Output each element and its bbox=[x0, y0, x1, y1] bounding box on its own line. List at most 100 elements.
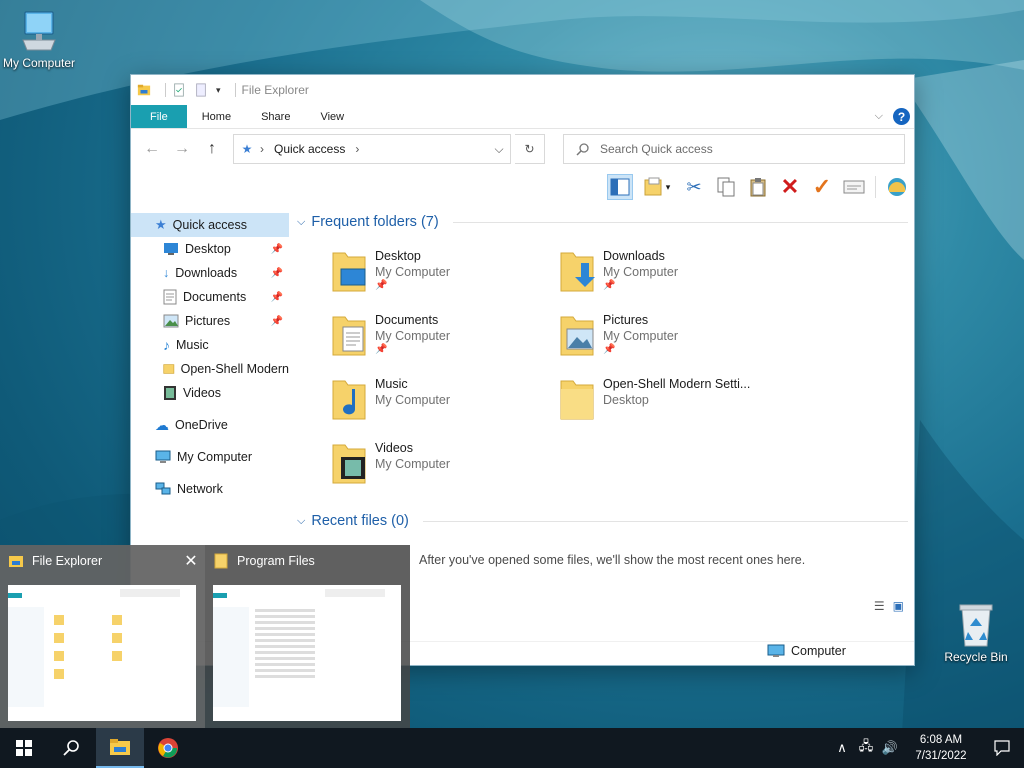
thumbnail-title: Program Files bbox=[237, 554, 315, 568]
downloads-icon: ↓ bbox=[163, 266, 170, 280]
start-button[interactable] bbox=[0, 728, 48, 768]
properties-button[interactable] bbox=[841, 174, 867, 200]
downloads-folder-icon bbox=[560, 252, 595, 292]
cut-button[interactable]: ✂ bbox=[681, 174, 707, 200]
thumbnail-file-explorer[interactable]: File Explorer ✕ bbox=[0, 545, 205, 728]
collapse-chevron-icon: ⌵ bbox=[297, 215, 306, 228]
openshell-icon bbox=[888, 178, 906, 196]
folder-tile-open-shell[interactable]: Open-Shell Modern Setti... Desktop bbox=[559, 371, 787, 429]
nav-item-label: Music bbox=[176, 338, 209, 352]
nav-item-my-computer[interactable]: My Computer bbox=[131, 445, 289, 469]
paste-button[interactable] bbox=[745, 174, 771, 200]
new-folder-qat-icon[interactable] bbox=[194, 83, 208, 97]
nav-item-music[interactable]: ♪ Music bbox=[131, 333, 289, 357]
desktop-icon-my-computer[interactable]: My Computer bbox=[0, 10, 81, 70]
pin-icon: 📌 bbox=[270, 267, 283, 279]
close-icon[interactable]: ✕ bbox=[177, 551, 205, 571]
up-button[interactable]: ↑ bbox=[199, 136, 225, 162]
tab-home[interactable]: Home bbox=[187, 105, 246, 128]
paste-icon bbox=[750, 178, 766, 197]
folder-location: My Computer bbox=[603, 265, 679, 279]
tab-file[interactable]: File bbox=[131, 105, 187, 128]
recycle-bin-icon bbox=[959, 604, 993, 647]
nav-item-desktop[interactable]: Desktop 📌 bbox=[131, 237, 289, 261]
search-button[interactable] bbox=[48, 728, 96, 768]
computer-icon bbox=[767, 644, 785, 657]
volume-icon[interactable]: 🔊 bbox=[878, 740, 902, 756]
taskbar: ∧ 🖧 🔊 6:08 AM 7/31/2022 bbox=[0, 728, 1024, 768]
quick-access-star-icon: ★ bbox=[155, 217, 167, 232]
search-icon bbox=[576, 143, 589, 156]
recent-files-header[interactable]: ⌵ Recent files (0) bbox=[289, 508, 914, 534]
folder-icon bbox=[163, 364, 175, 374]
details-view-icon[interactable]: ☰ bbox=[874, 599, 885, 613]
help-icon[interactable]: ? bbox=[893, 108, 910, 125]
taskbar-chrome[interactable] bbox=[144, 728, 192, 768]
folder-tile-videos[interactable]: Videos My Computer bbox=[331, 435, 559, 493]
nav-item-label: My Computer bbox=[177, 450, 253, 464]
view-options-button[interactable]: ▾ bbox=[639, 174, 675, 200]
nav-item-label: Desktop bbox=[185, 242, 231, 256]
folder-tile-downloads[interactable]: Downloads My Computer 📌 bbox=[559, 243, 787, 301]
openshell-button[interactable] bbox=[884, 174, 910, 200]
preview-pane-icon bbox=[610, 178, 630, 196]
breadcrumb-separator-icon[interactable]: › bbox=[260, 142, 264, 156]
desktop-icon-recycle-bin[interactable]: Recycle Bin bbox=[934, 602, 1018, 664]
music-folder-icon bbox=[332, 380, 366, 420]
copy-button[interactable] bbox=[713, 174, 739, 200]
file-explorer-icon bbox=[110, 739, 130, 755]
folder-tile-desktop[interactable]: Desktop My Computer 📌 bbox=[331, 243, 559, 301]
group-title: Recent files (0) bbox=[311, 513, 409, 529]
frequent-folders-grid: Desktop My Computer 📌 Downloads My Compu… bbox=[289, 235, 914, 515]
windows-logo-icon bbox=[16, 740, 32, 756]
address-bar[interactable]: ★ › Quick access › ⌵ bbox=[233, 134, 511, 164]
explorer-app-icon bbox=[137, 84, 151, 96]
breadcrumb-separator-icon[interactable]: › bbox=[355, 142, 359, 156]
large-icons-view-icon[interactable]: ▣ bbox=[893, 599, 904, 613]
refresh-button[interactable]: ↻ bbox=[515, 134, 545, 164]
nav-item-label: Network bbox=[177, 482, 223, 496]
chrome-icon bbox=[158, 738, 178, 758]
nav-item-videos[interactable]: Videos bbox=[131, 381, 289, 405]
rename-button[interactable]: ✓ bbox=[809, 174, 835, 200]
expand-ribbon-icon[interactable]: ⌵ bbox=[875, 110, 883, 123]
folder-tile-music[interactable]: Music My Computer bbox=[331, 371, 559, 429]
nav-item-network[interactable]: Network bbox=[131, 477, 289, 501]
desktop-icon-label: My Computer bbox=[2, 56, 76, 70]
clock[interactable]: 6:08 AM 7/31/2022 bbox=[902, 732, 980, 764]
frequent-folders-header[interactable]: ⌵ Frequent folders (7) bbox=[289, 209, 914, 235]
folder-location: My Computer bbox=[375, 329, 451, 343]
nav-item-label: OneDrive bbox=[175, 418, 228, 432]
breadcrumb-quick-access[interactable]: Quick access bbox=[274, 142, 345, 156]
nav-item-label: Downloads bbox=[175, 266, 238, 280]
folder-tile-pictures[interactable]: Pictures My Computer 📌 bbox=[559, 307, 787, 365]
properties-qat-icon[interactable] bbox=[172, 83, 186, 97]
pictures-folder-icon bbox=[560, 316, 594, 356]
nav-item-onedrive[interactable]: ☁ OneDrive bbox=[131, 413, 289, 437]
thumbnail-program-files[interactable]: Program Files bbox=[205, 545, 410, 728]
qat-dropdown-icon[interactable]: ▾ bbox=[216, 85, 221, 96]
title-bar[interactable]: ▾ File Explorer bbox=[131, 75, 914, 105]
nav-item-open-shell[interactable]: Open-Shell Modern bbox=[131, 357, 289, 381]
nav-item-documents[interactable]: Documents 📌 bbox=[131, 285, 289, 309]
taskbar-file-explorer[interactable] bbox=[96, 728, 144, 768]
folder-tile-documents[interactable]: Documents My Computer 📌 bbox=[331, 307, 559, 365]
address-dropdown-icon[interactable]: ⌵ bbox=[488, 142, 510, 157]
nav-item-quick-access[interactable]: ★ Quick access bbox=[131, 213, 289, 237]
back-button[interactable]: ← bbox=[139, 136, 165, 162]
folder-name: Music bbox=[375, 377, 408, 391]
tab-share[interactable]: Share bbox=[246, 105, 305, 128]
network-icon[interactable]: 🖧 bbox=[854, 737, 878, 759]
nav-item-downloads[interactable]: ↓ Downloads 📌 bbox=[131, 261, 289, 285]
action-center-button[interactable] bbox=[980, 740, 1024, 756]
tab-view[interactable]: View bbox=[305, 105, 359, 128]
clock-date: 7/31/2022 bbox=[915, 750, 967, 762]
search-box[interactable]: Search Quick access bbox=[563, 134, 905, 164]
nav-item-pictures[interactable]: Pictures 📌 bbox=[131, 309, 289, 333]
delete-button[interactable]: ✕ bbox=[777, 174, 803, 200]
preview-pane-button[interactable] bbox=[607, 174, 633, 200]
view-options-icon bbox=[644, 177, 662, 196]
forward-button[interactable]: → bbox=[169, 136, 195, 162]
desktop-folder-icon bbox=[332, 252, 366, 292]
show-hidden-icons-icon[interactable]: ∧ bbox=[830, 740, 854, 756]
